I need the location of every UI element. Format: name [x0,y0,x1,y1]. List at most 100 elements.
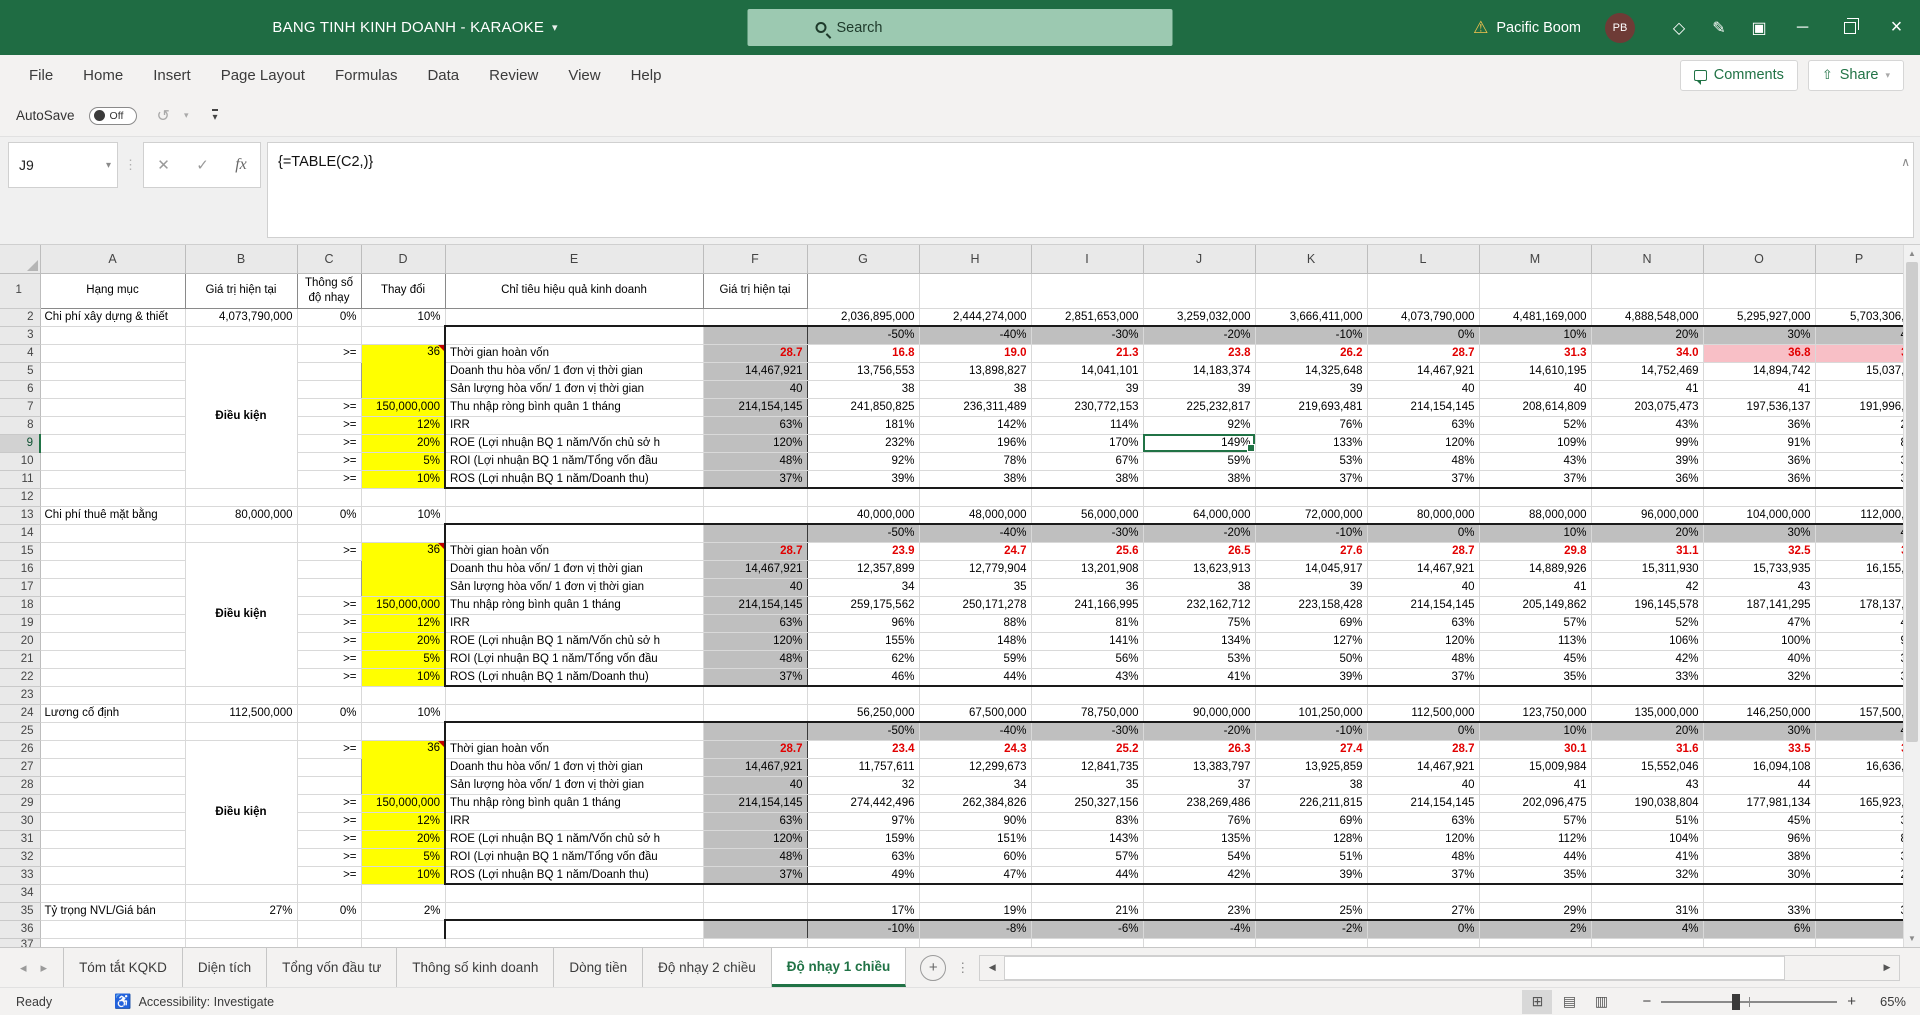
cell-O31[interactable]: 96% [1703,830,1816,849]
cell-B37[interactable] [185,938,298,947]
cell-A35[interactable]: Tỷ trọng NVL/Giá bán [40,902,186,921]
cell-L3[interactable]: 0% [1367,325,1480,345]
cell-H20[interactable]: 148% [919,632,1032,651]
cell-P35[interactable]: 35% [1815,902,1903,921]
workbook-title[interactable]: BANG TINH KINH DOANH - KARAOKE [272,19,544,36]
cell-M33[interactable]: 35% [1479,866,1592,885]
row-header-7[interactable]: 7 [0,398,41,417]
row-header-16[interactable]: 16 [0,560,41,579]
cell-C32[interactable]: >= [297,848,362,867]
cell-C15[interactable]: >= [297,542,362,561]
header-cell-C1[interactable]: Thông số độ nhạy [296,272,362,309]
cell-D18[interactable]: 150,000,000 [360,596,446,615]
cell-K36[interactable]: -2% [1255,919,1368,939]
cell-D36[interactable] [361,920,446,939]
cell-O2[interactable]: 5,295,927,000 [1703,308,1816,327]
column-header-C[interactable]: C [297,245,362,274]
cell-N28[interactable]: 43 [1591,776,1704,795]
cell-E32[interactable]: ROI (Lợi nhuận BQ 1 năm/Tổng vốn đầu [444,848,704,867]
cell-P37[interactable] [1815,938,1903,947]
cell-I16[interactable]: 13,201,908 [1031,560,1144,579]
cell-M26[interactable]: 30.1 [1479,740,1592,759]
cell-I18[interactable]: 241,166,995 [1031,596,1144,615]
cell-N8[interactable]: 43% [1591,416,1704,435]
customize-qat-icon[interactable]: ▾ [212,108,218,123]
cell-P26[interactable]: 35.7 [1815,740,1903,759]
cell-H4[interactable]: 19.0 [919,344,1032,363]
cell-P11[interactable]: 36% [1815,470,1903,489]
row-header-30[interactable]: 30 [0,812,41,831]
cell-L35[interactable]: 27% [1367,902,1480,921]
cell-A4[interactable] [40,344,186,363]
cell-O35[interactable]: 33% [1703,902,1816,921]
cell-J5[interactable]: 14,183,374 [1143,362,1256,381]
cell-B3[interactable] [185,326,298,345]
row-header-31[interactable]: 31 [0,830,41,849]
cell-K35[interactable]: 25% [1255,902,1368,921]
sheet-nav-right-icon[interactable]: ▸ [41,960,48,976]
cell-M23[interactable] [1479,686,1592,705]
cell-F37[interactable] [703,938,808,947]
cell-A27[interactable] [40,758,186,777]
cell-H13[interactable]: 48,000,000 [919,506,1032,525]
cell-N34[interactable] [1591,884,1704,903]
cell-N19[interactable]: 52% [1591,614,1704,633]
cell-C9[interactable]: >= [297,434,362,453]
row-header-21[interactable]: 21 [0,650,41,669]
cell-K30[interactable]: 69% [1255,812,1368,831]
close-button[interactable]: × [1873,0,1920,55]
cell-K7[interactable]: 219,693,481 [1255,398,1368,417]
name-box-dropdown-icon[interactable]: ▾ [106,160,111,171]
cell-J3[interactable]: -20% [1143,325,1256,345]
cell-G33[interactable]: 49% [807,866,920,885]
cell-L16[interactable]: 14,467,921 [1367,560,1480,579]
cell-H28[interactable]: 34 [919,776,1032,795]
cell-I10[interactable]: 67% [1031,452,1144,471]
cell-E26[interactable]: Thời gian hoàn vốn [444,740,704,759]
cell-B-dieu-kien[interactable]: Điều kiện [185,344,298,489]
cell-A33[interactable] [40,866,186,885]
ribbon-tab-data[interactable]: Data [412,59,474,92]
cell-B24[interactable]: 112,500,000 [185,704,298,723]
cell-K14[interactable]: -10% [1255,523,1368,543]
cell-B12[interactable] [185,488,298,507]
cell-N23[interactable] [1591,686,1704,705]
cell-C36[interactable] [297,920,362,939]
cell-P21[interactable]: 38% [1815,650,1903,669]
cell-E24[interactable] [445,704,704,723]
cell-M22[interactable]: 35% [1479,668,1592,687]
new-sheet-button[interactable]: + [920,954,947,981]
cell-C27[interactable] [297,758,362,777]
cell-I8[interactable]: 114% [1031,416,1144,435]
column-header-D[interactable]: D [361,245,446,274]
cell-A20[interactable] [40,632,186,651]
cell-H32[interactable]: 60% [919,848,1032,867]
scroll-down-icon[interactable]: ▼ [1904,930,1920,947]
column-header-O[interactable]: O [1703,245,1816,274]
cell-E36[interactable] [444,919,704,939]
cell-L7[interactable]: 214,154,145 [1367,398,1480,417]
cell-N25[interactable]: 20% [1591,721,1704,741]
cell-J32[interactable]: 54% [1143,848,1256,867]
cell-J30[interactable]: 76% [1143,812,1256,831]
cell-I27[interactable]: 12,841,735 [1031,758,1144,777]
column-header-G[interactable]: G [807,245,920,274]
cell-C19[interactable]: >= [297,614,362,633]
cell-N12[interactable] [1591,488,1704,507]
minimize-button[interactable]: ─ [1779,0,1826,55]
cell-I5[interactable]: 14,041,101 [1031,362,1144,381]
cell-K28[interactable]: 38 [1255,776,1368,795]
cell-D7[interactable]: 150,000,000 [360,398,446,417]
column-header-L[interactable]: L [1367,245,1480,274]
column-header-M[interactable]: M [1479,245,1592,274]
restore-button[interactable] [1826,0,1873,55]
cell-J35[interactable]: 23% [1143,902,1256,921]
cell-B25[interactable] [185,722,298,741]
cell-L27[interactable]: 14,467,921 [1367,758,1480,777]
cell-O1[interactable] [1703,273,1816,309]
cell-I33[interactable]: 44% [1031,866,1144,885]
cell-J28[interactable]: 37 [1143,776,1256,795]
cell-I20[interactable]: 141% [1031,632,1144,651]
cell-B35[interactable]: 27% [185,902,298,921]
page-break-view-button[interactable]: ▥ [1586,990,1616,1014]
